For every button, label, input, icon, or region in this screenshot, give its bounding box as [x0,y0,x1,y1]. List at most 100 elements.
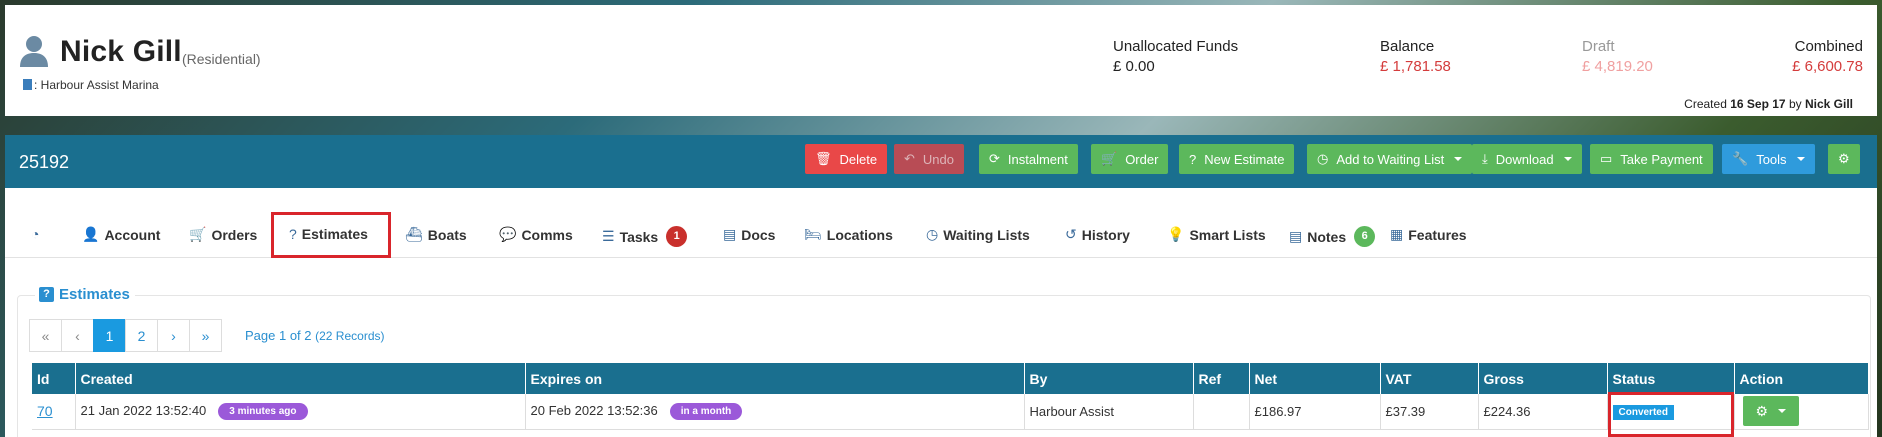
tab-smart-lists[interactable]: 💡 Smart Lists [1167,226,1266,243]
money-icon: ▭ [1600,151,1613,166]
download-button[interactable]: ⤓ Download [1472,144,1582,174]
estimates-table: Id Created Expires on By Ref Net VAT Gro… [32,363,1869,430]
col-net[interactable]: Net [1249,363,1381,394]
cart-icon: 🛒 [1101,151,1118,166]
tab-locations[interactable]: 🛏 Locations [804,226,893,243]
take-payment-button[interactable]: ▭ Take Payment [1590,144,1713,174]
tasks-icon: ☰ [602,228,615,244]
created-cell: 21 Jan 2022 13:52:40 3 minutes ago [75,394,526,430]
main-panel: ◔ 👤 Account 🛒 Orders ? Estimates ⛴ Boats 💬 Co… [5,188,1877,437]
document-icon: ▤ [723,226,737,242]
vat-cell: £37.39 [1380,394,1479,430]
note-icon: ▤ [1289,228,1303,244]
trash-icon: 🗑 [815,151,832,166]
customer-header: Nick Gill (Residential) : Harbour Assist… [5,5,1877,116]
instalment-button[interactable]: ⟳ Instalment [979,144,1078,174]
account-toolbar: 25192 🗑 Delete ↶ Undo ⟳ Instalment 🛒 Order ?… [5,135,1877,188]
download-icon: ⤓ [1482,151,1488,166]
ship-icon: ⛴ [405,226,423,242]
tab-waiting-lists[interactable]: ◷ Waiting Lists [926,226,1030,243]
building-icon [23,79,32,90]
wrench-icon: 🔧 [1732,151,1749,166]
delete-button[interactable]: 🗑 Delete [805,144,888,174]
tab-dashboard[interactable]: ◔ [31,226,39,242]
action-cell: ⚙ [1734,394,1869,430]
page-1-button[interactable]: 1 [93,319,126,352]
first-page-button[interactable]: « [29,319,62,352]
tab-docs[interactable]: ▤ Docs [723,226,775,243]
combined: Combined £ 6,600.78 [1792,38,1863,75]
caret-down-icon [1563,157,1572,161]
page-2-button[interactable]: 2 [125,319,158,352]
refresh-icon: ⟳ [989,151,1000,166]
comments-icon: 💬 [499,226,517,242]
net-cell: £186.97 [1249,394,1381,430]
col-status[interactable]: Status [1607,363,1735,394]
status-highlight [1608,392,1734,437]
tab-history[interactable]: ↺ History [1065,226,1130,243]
bed-icon: 🛏 [804,226,822,242]
undo-icon: ↶ [904,151,915,166]
col-action[interactable]: Action [1734,363,1869,394]
add-waiting-list-button[interactable]: ◷ Add to Waiting List [1307,144,1473,174]
clock-icon: ◷ [926,226,939,242]
col-expires[interactable]: Expires on [525,363,1025,394]
estimate-id-link[interactable]: 70 [32,394,76,430]
next-page-button[interactable]: › [157,319,190,352]
created-info: Created 16 Sep 17 by Nick Gill [1684,97,1853,111]
balance: Balance £ 1,781.58 [1380,38,1451,75]
settings-button[interactable]: ⚙ [1828,144,1860,174]
tab-account[interactable]: 👤 Account [82,226,160,243]
col-gross[interactable]: Gross [1478,363,1608,394]
col-id[interactable]: Id [32,363,76,394]
gears-icon: ⚙ [1755,402,1769,419]
col-by[interactable]: By [1024,363,1194,394]
section-title: ? Estimates [35,286,135,303]
table-header-row: Id Created Expires on By Ref Net VAT Gro… [32,363,1869,394]
created-relative-badge: 3 minutes ago [218,402,308,420]
notes-count-badge: 6 [1354,226,1376,247]
draft: Draft £ 4,819.20 [1582,38,1653,75]
prev-page-button[interactable]: ‹ [61,319,94,352]
last-page-button[interactable]: » [189,319,222,352]
tools-button[interactable]: 🔧 Tools [1722,144,1815,174]
table-row: 70 21 Jan 2022 13:52:40 3 minutes ago 20 … [32,394,1869,430]
account-id: 25192 [19,152,70,172]
tab-comms[interactable]: 💬 Comms [499,226,573,243]
col-ref[interactable]: Ref [1193,363,1250,394]
tab-features[interactable]: ▦ Features [1390,226,1467,243]
user-icon: 👤 [82,226,100,242]
undo-button[interactable]: ↶ Undo [894,144,964,174]
caret-down-icon [1778,409,1787,414]
estimates-tab-highlight [271,212,391,258]
by-cell: Harbour Assist [1024,394,1194,430]
tasks-count-badge: 1 [666,226,688,247]
col-vat[interactable]: VAT [1380,363,1479,394]
expires-cell: 20 Feb 2022 13:52:36 in a month [525,394,1025,430]
marina-label: : Harbour Assist Marina [23,78,159,92]
expires-relative-badge: in a month [669,402,743,420]
unallocated-funds: Unallocated Funds £ 0.00 [1113,38,1239,75]
ref-cell [1193,394,1250,430]
clock-icon: ◷ [1317,151,1329,166]
new-estimate-button[interactable]: ? New Estimate [1179,144,1295,174]
gross-cell: £224.36 [1478,394,1608,430]
pagination: « ‹ 1 2 › » [29,319,222,352]
lightbulb-icon: 💡 [1167,226,1185,242]
customer-type: (Residential) [182,51,261,67]
tab-boats[interactable]: ⛴ Boats [405,226,467,243]
col-created[interactable]: Created [75,363,526,394]
tab-orders[interactable]: 🛒 Orders [189,226,257,243]
caret-down-icon [1454,157,1463,161]
row-action-button[interactable]: ⚙ [1742,396,1800,427]
grid-icon: ▦ [1390,226,1404,242]
user-icon [20,36,48,67]
customer-name: Nick Gill [60,35,182,68]
gear-icon: ⚙ [1838,151,1850,166]
question-icon: ? [1189,151,1197,167]
dashboard-icon: ◔ [31,226,40,242]
tab-tasks[interactable]: ☰ Tasks 1 [602,226,688,247]
history-icon: ↺ [1065,226,1077,242]
order-button[interactable]: 🛒 Order [1091,144,1169,174]
tab-notes[interactable]: ▤ Notes 6 [1289,226,1376,247]
